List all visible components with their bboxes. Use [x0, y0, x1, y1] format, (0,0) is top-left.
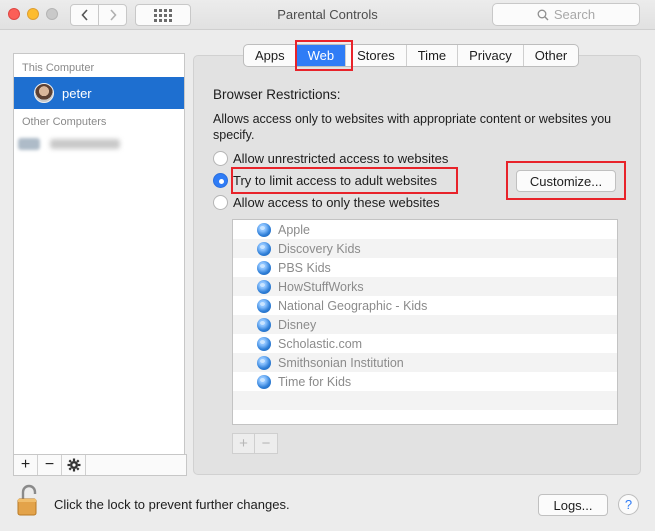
add-account-button[interactable]: +	[14, 455, 38, 475]
show-all-button[interactable]	[135, 4, 191, 26]
gear-icon[interactable]	[62, 455, 86, 475]
globe-icon	[257, 279, 271, 294]
list-item[interactable]: Smithsonian Institution	[233, 353, 617, 372]
radio-only-these[interactable]: Allow access to only these websites	[213, 195, 440, 210]
other-computers-header: Other Computers	[22, 116, 107, 128]
list-item[interactable]: National Geographic - Kids	[233, 296, 617, 315]
site-list-toolbar: + −	[232, 433, 278, 454]
tab-apps[interactable]: Apps	[244, 45, 297, 66]
globe-icon	[257, 298, 271, 313]
customize-button[interactable]: Customize...	[516, 170, 616, 192]
redacted-name	[50, 139, 120, 149]
tab-other[interactable]: Other	[524, 45, 579, 66]
globe-icon	[257, 336, 271, 351]
search-icon	[537, 9, 549, 20]
globe-icon	[257, 317, 271, 332]
site-label: Disney	[278, 317, 317, 332]
sidebar-toolbar: + −	[13, 454, 187, 476]
list-item[interactable]: Apple	[233, 220, 617, 239]
site-label: Time for Kids	[278, 374, 352, 389]
list-item[interactable]: Time for Kids	[233, 372, 617, 391]
this-computer-header: This Computer	[22, 62, 95, 74]
site-label: National Geographic - Kids	[278, 298, 428, 313]
minimize-window-button[interactable]	[27, 8, 39, 20]
sidebar-item-other-computer[interactable]	[14, 131, 184, 157]
remove-site-button[interactable]: −	[255, 434, 277, 453]
list-item[interactable]: PBS Kids	[233, 258, 617, 277]
radio-label: Allow access to only these websites	[233, 195, 440, 210]
tab-time[interactable]: Time	[407, 45, 459, 66]
site-label: PBS Kids	[278, 260, 331, 275]
tab-web[interactable]: Web	[296, 45, 347, 66]
section-heading: Browser Restrictions:	[213, 87, 341, 102]
tab-bar: Apps Web Stores Time Privacy Other	[243, 44, 580, 67]
close-window-button[interactable]	[8, 8, 20, 20]
title-bar: Parental Controls Search	[0, 0, 655, 30]
list-item[interactable]: Discovery Kids	[233, 239, 617, 258]
radio-limit-adult[interactable]: Try to limit access to adult websites	[213, 173, 437, 188]
remove-account-button[interactable]: −	[38, 455, 62, 475]
empty-row	[233, 391, 617, 410]
computer-icon	[18, 138, 40, 150]
forward-button[interactable]	[98, 4, 127, 26]
grid-icon	[154, 8, 172, 22]
logs-button[interactable]: Logs...	[538, 494, 608, 516]
site-label: Scholastic.com	[278, 336, 363, 351]
list-item[interactable]: Scholastic.com	[233, 334, 617, 353]
list-item[interactable]: Disney	[233, 315, 617, 334]
tab-privacy[interactable]: Privacy	[458, 45, 524, 66]
zoom-window-button[interactable]	[46, 8, 58, 20]
chevron-right-icon	[109, 9, 117, 21]
site-label: Apple	[278, 222, 310, 237]
list-item[interactable]: HowStuffWorks	[233, 277, 617, 296]
search-field[interactable]: Search	[492, 3, 640, 26]
site-label: Discovery Kids	[278, 241, 361, 256]
help-button[interactable]: ?	[618, 494, 639, 515]
add-site-button[interactable]: +	[233, 434, 255, 453]
allowed-websites-list: Apple Discovery Kids PBS Kids HowStuffWo…	[232, 219, 618, 425]
tab-stores[interactable]: Stores	[346, 45, 407, 66]
lock-open-icon[interactable]	[17, 484, 39, 516]
radio-unrestricted[interactable]: Allow unrestricted access to websites	[213, 151, 448, 166]
site-label: Smithsonian Institution	[278, 355, 404, 370]
globe-icon	[257, 374, 271, 389]
radio-button-selected[interactable]	[213, 173, 228, 188]
site-label: HowStuffWorks	[278, 279, 364, 294]
radio-label: Allow unrestricted access to websites	[233, 151, 449, 166]
accounts-sidebar: This Computer peter Other Computers	[13, 53, 185, 455]
globe-icon	[257, 355, 271, 370]
sidebar-item-label: peter	[62, 85, 92, 101]
search-placeholder: Search	[553, 7, 596, 22]
globe-icon	[257, 241, 271, 256]
user-avatar-icon	[34, 83, 54, 103]
chevron-left-icon	[80, 9, 88, 21]
lock-message: Click the lock to prevent further change…	[54, 497, 290, 512]
radio-button[interactable]	[213, 151, 228, 166]
section-description: Allows access only to websites with appr…	[213, 112, 612, 142]
globe-icon	[257, 222, 271, 237]
radio-button[interactable]	[213, 195, 228, 210]
back-button[interactable]	[70, 4, 99, 26]
sidebar-item-peter[interactable]: peter	[14, 77, 184, 109]
radio-label: Try to limit access to adult websites	[233, 173, 437, 188]
globe-icon	[257, 260, 271, 275]
